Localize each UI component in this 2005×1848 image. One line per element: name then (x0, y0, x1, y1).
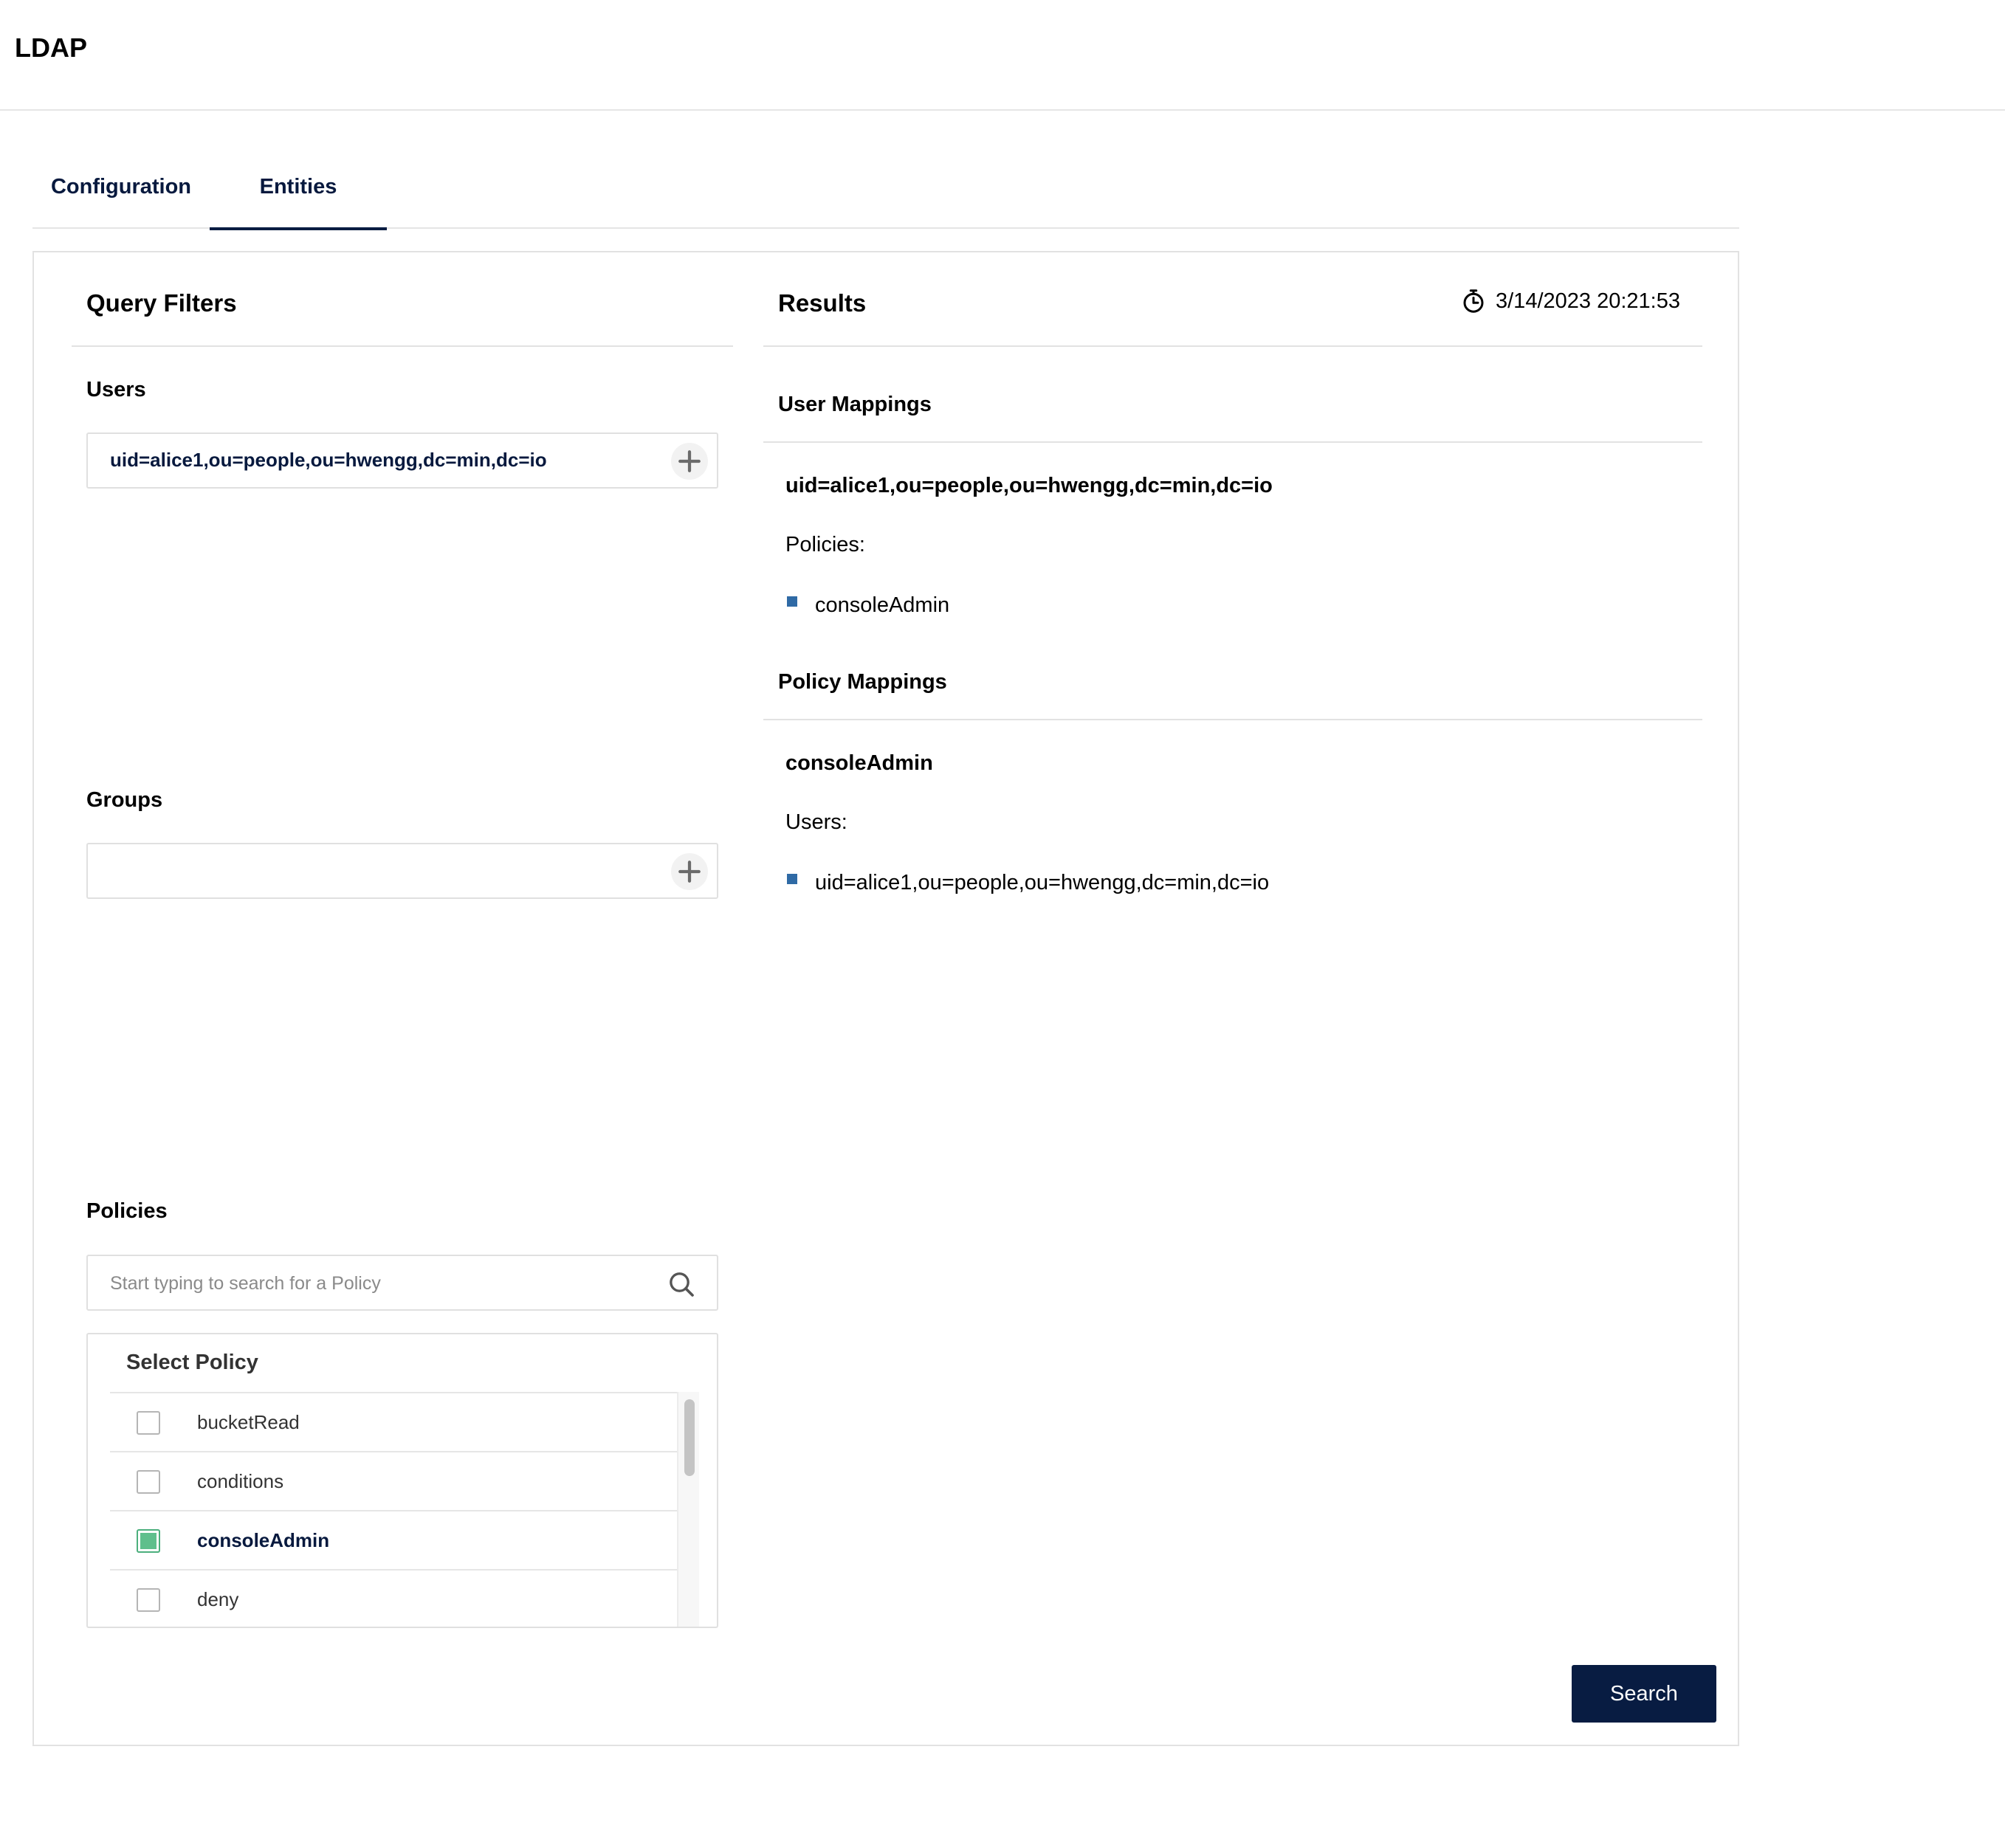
user-mappings-label: User Mappings (778, 393, 932, 416)
user-mapping-sublabel: Policies: (785, 533, 865, 556)
policy-name: conditions (197, 1470, 284, 1492)
policy-checkbox[interactable] (137, 1470, 160, 1494)
results-title: Results (778, 289, 867, 317)
policy-mappings-divider (763, 719, 1702, 720)
policies-label: Policies (86, 1199, 168, 1223)
tab-entities[interactable]: Entities (210, 145, 387, 230)
policy-search-input[interactable] (110, 1266, 656, 1300)
policy-mapping-sublabel: Users: (785, 810, 847, 834)
policy-mapping-user: uid=alice1,ou=people,ou=hwengg,dc=min,dc… (815, 871, 1270, 894)
policy-list-header: Select Policy (126, 1351, 258, 1374)
users-input-value: uid=alice1,ou=people,ou=hwengg,dc=min,dc… (110, 449, 547, 471)
policy-name: consoleAdmin (197, 1529, 330, 1551)
policy-name: deny (197, 1588, 239, 1610)
stopwatch-icon (1463, 289, 1484, 313)
policy-row[interactable]: consoleAdmin (110, 1510, 677, 1569)
query-filters-divider (72, 345, 733, 347)
bullet-icon (787, 874, 797, 884)
query-filters-title: Query Filters (86, 289, 237, 317)
bullet-icon (787, 596, 797, 607)
search-icon[interactable] (667, 1269, 696, 1299)
scrollbar-thumb[interactable] (684, 1399, 695, 1476)
policy-checkbox[interactable] (137, 1588, 160, 1612)
policy-list-scrollbar[interactable] (677, 1392, 699, 1627)
policy-row[interactable]: bucketRead (110, 1392, 677, 1451)
policy-checkbox[interactable] (137, 1411, 160, 1435)
entities-panel: Query Filters Users uid=alice1,ou=people… (32, 251, 1739, 1746)
page-header: LDAP (0, 0, 2005, 111)
user-mappings-divider (763, 441, 1702, 443)
tab-configuration[interactable]: Configuration (32, 145, 210, 229)
policy-row[interactable]: deny (110, 1569, 677, 1627)
policy-list: Select Policy bucketRead conditions cons… (86, 1333, 718, 1628)
users-input[interactable]: uid=alice1,ou=people,ou=hwengg,dc=min,dc… (86, 432, 718, 489)
policy-name: bucketRead (197, 1411, 300, 1433)
groups-input[interactable] (86, 843, 718, 899)
search-button[interactable]: Search (1572, 1665, 1716, 1723)
results-divider (763, 345, 1702, 347)
policy-search-box[interactable] (86, 1255, 718, 1311)
results-timestamp: 3/14/2023 20:21:53 (1460, 288, 1680, 314)
user-mapping-policy: consoleAdmin (815, 593, 950, 617)
policy-row[interactable]: conditions (110, 1451, 677, 1510)
policy-mapping-entity: consoleAdmin (785, 751, 933, 775)
timestamp-text: 3/14/2023 20:21:53 (1496, 289, 1680, 313)
users-label: Users (86, 378, 146, 401)
add-group-button[interactable] (671, 853, 708, 890)
groups-label: Groups (86, 788, 163, 812)
policy-checkbox-checked[interactable] (137, 1529, 160, 1553)
tab-bar: Configuration Entities (32, 145, 1739, 230)
policy-rows: bucketRead conditions consoleAdmin deny (110, 1392, 677, 1627)
user-mapping-entity: uid=alice1,ou=people,ou=hwengg,dc=min,dc… (785, 474, 1273, 497)
policy-mappings-label: Policy Mappings (778, 670, 947, 694)
plus-icon (678, 450, 701, 472)
page-title: LDAP (15, 32, 87, 63)
plus-icon (678, 861, 701, 883)
add-user-button[interactable] (671, 443, 708, 480)
